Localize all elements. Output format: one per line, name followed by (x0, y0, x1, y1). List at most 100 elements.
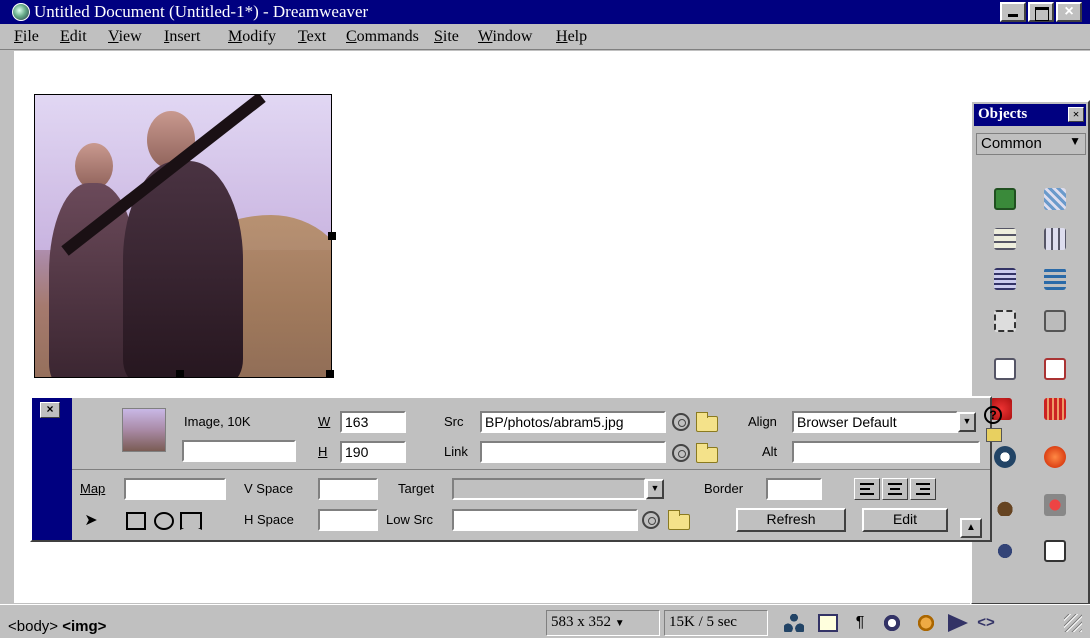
maximize-button[interactable] (1028, 2, 1054, 22)
timelines-icon[interactable] (948, 614, 968, 632)
collapse-inspector-icon[interactable]: ▲ (960, 518, 982, 538)
menu-commands[interactable]: Commands (346, 28, 419, 46)
fireworks-icon[interactable] (1044, 398, 1066, 420)
site-window-icon[interactable] (784, 614, 804, 632)
low-src-point-to-file-icon[interactable] (642, 511, 660, 529)
chevron-down-icon[interactable]: ▼ (958, 412, 976, 432)
menu-window[interactable]: Window (478, 28, 532, 46)
pointer-hotspot-tool-icon[interactable]: ➤ (80, 510, 102, 532)
menu-modify[interactable]: Modify (228, 28, 276, 46)
selected-image[interactable] (34, 94, 332, 378)
property-inspector: × Image, 10K W 163 H 190 Src BP/photos/a… (30, 396, 1002, 542)
resize-handle-corner[interactable] (326, 370, 334, 378)
menu-help[interactable]: Help (556, 28, 587, 46)
status-bar: <body> <img> 583 x 352 ▼ 15K / 5 sec ¶ <… (0, 604, 1090, 638)
hspace-field[interactable] (318, 509, 378, 531)
server-side-include-icon[interactable] (1044, 540, 1066, 562)
css-styles-icon[interactable] (882, 614, 902, 632)
menu-edit[interactable]: Edit (60, 28, 87, 46)
objects-category-dropdown[interactable]: Common ▼ (976, 133, 1086, 155)
height-field[interactable]: 190 (340, 441, 406, 463)
tag-body[interactable]: <body> (8, 618, 58, 635)
help-icon[interactable]: ? (984, 406, 1002, 424)
applet-icon[interactable] (994, 494, 1016, 516)
horizontal-rule-icon[interactable] (994, 268, 1016, 290)
vspace-label: V Space (244, 481, 294, 496)
dreamweaver-app-icon[interactable] (12, 3, 30, 21)
behaviors-icon[interactable] (916, 614, 936, 632)
table-icon[interactable] (994, 228, 1016, 250)
download-time: 15K / 5 sec (664, 610, 768, 636)
minimize-button[interactable] (1000, 2, 1026, 22)
point-to-file-icon[interactable] (672, 413, 690, 431)
window-controls: × (998, 2, 1082, 22)
width-field[interactable]: 163 (340, 411, 406, 433)
rollover-image-icon[interactable] (1044, 188, 1066, 210)
window-title: Untitled Document (Untitled-1*) - Dreamw… (34, 2, 369, 21)
objects-panel-title-text: Objects (978, 106, 1028, 122)
navigation-bar-icon[interactable] (1044, 268, 1066, 290)
edit-button[interactable]: Edit (862, 508, 948, 532)
email-link-icon[interactable] (994, 358, 1016, 380)
chevron-down-icon: ▼ (1069, 134, 1081, 148)
property-inspector-lower: Map ➤ V Space H Space Target ▼ Low Src B… (72, 469, 990, 540)
layer-icon[interactable] (994, 310, 1016, 332)
polygon-hotspot-tool-icon[interactable] (180, 512, 202, 530)
link-field[interactable] (480, 441, 666, 463)
target-chevron-down-icon[interactable]: ▼ (646, 479, 664, 499)
date-icon[interactable] (1044, 358, 1066, 380)
objects-panel-close-button[interactable]: × (1068, 107, 1084, 122)
resize-handle-right[interactable] (328, 232, 336, 240)
refresh-button[interactable]: Refresh (736, 508, 846, 532)
window-size-text: 583 x 352 (551, 614, 611, 630)
generator-icon[interactable] (1044, 446, 1066, 468)
quick-tag-editor-icon[interactable] (986, 428, 1002, 442)
activex-icon[interactable] (1044, 494, 1066, 516)
alt-field[interactable] (792, 441, 980, 463)
tag-img[interactable]: <img> (62, 618, 106, 635)
plugin-icon[interactable] (994, 540, 1016, 562)
resize-handle-bottom[interactable] (176, 370, 184, 378)
vspace-field[interactable] (318, 478, 378, 500)
align-center-button[interactable] (882, 478, 908, 500)
window-size-popup[interactable]: 583 x 352 ▼ (546, 610, 660, 636)
html-source-icon[interactable]: <> (976, 614, 996, 632)
menu-view[interactable]: View (108, 28, 142, 46)
oval-hotspot-tool-icon[interactable] (154, 512, 174, 530)
property-inspector-close-button[interactable]: × (40, 402, 60, 418)
menu-text[interactable]: Text (298, 28, 326, 46)
image-name-field[interactable] (182, 440, 296, 462)
shockwave-icon[interactable] (994, 446, 1016, 468)
close-window-button[interactable]: × (1056, 2, 1082, 22)
low-src-label: Low Src (386, 512, 433, 527)
rectangle-hotspot-tool-icon[interactable] (126, 512, 146, 530)
link-browse-folder-icon[interactable] (696, 443, 718, 463)
border-field[interactable] (766, 478, 822, 500)
target-label: Target (398, 481, 435, 496)
src-label: Src (444, 414, 464, 429)
html-styles-icon[interactable]: ¶ (850, 614, 870, 632)
resize-grip-icon[interactable] (1064, 614, 1082, 632)
menu-insert[interactable]: Insert (164, 28, 200, 46)
link-label: Link (444, 444, 468, 459)
link-point-to-file-icon[interactable] (672, 444, 690, 462)
objects-panel-title[interactable]: Objects × (974, 104, 1086, 126)
low-src-field[interactable] (452, 509, 638, 531)
menu-file[interactable]: File (14, 28, 39, 46)
assets-library-icon[interactable] (818, 614, 838, 632)
map-name-field[interactable] (124, 478, 226, 500)
menu-site[interactable]: Site (434, 28, 459, 46)
line-break-icon[interactable] (1044, 310, 1066, 332)
tabular-data-icon[interactable] (1044, 228, 1066, 250)
align-left-button[interactable] (854, 478, 880, 500)
src-field[interactable]: BP/photos/abram5.jpg (480, 411, 666, 433)
low-src-browse-folder-icon[interactable] (668, 510, 690, 530)
target-select[interactable] (452, 478, 646, 500)
hspace-label: H Space (244, 512, 294, 527)
border-label: Border (704, 481, 744, 496)
image-icon[interactable] (994, 188, 1016, 210)
align-select[interactable]: Browser Default (792, 411, 958, 433)
align-right-button[interactable] (910, 478, 936, 500)
property-inspector-grip[interactable]: × (32, 398, 72, 540)
browse-folder-icon[interactable] (696, 412, 718, 432)
